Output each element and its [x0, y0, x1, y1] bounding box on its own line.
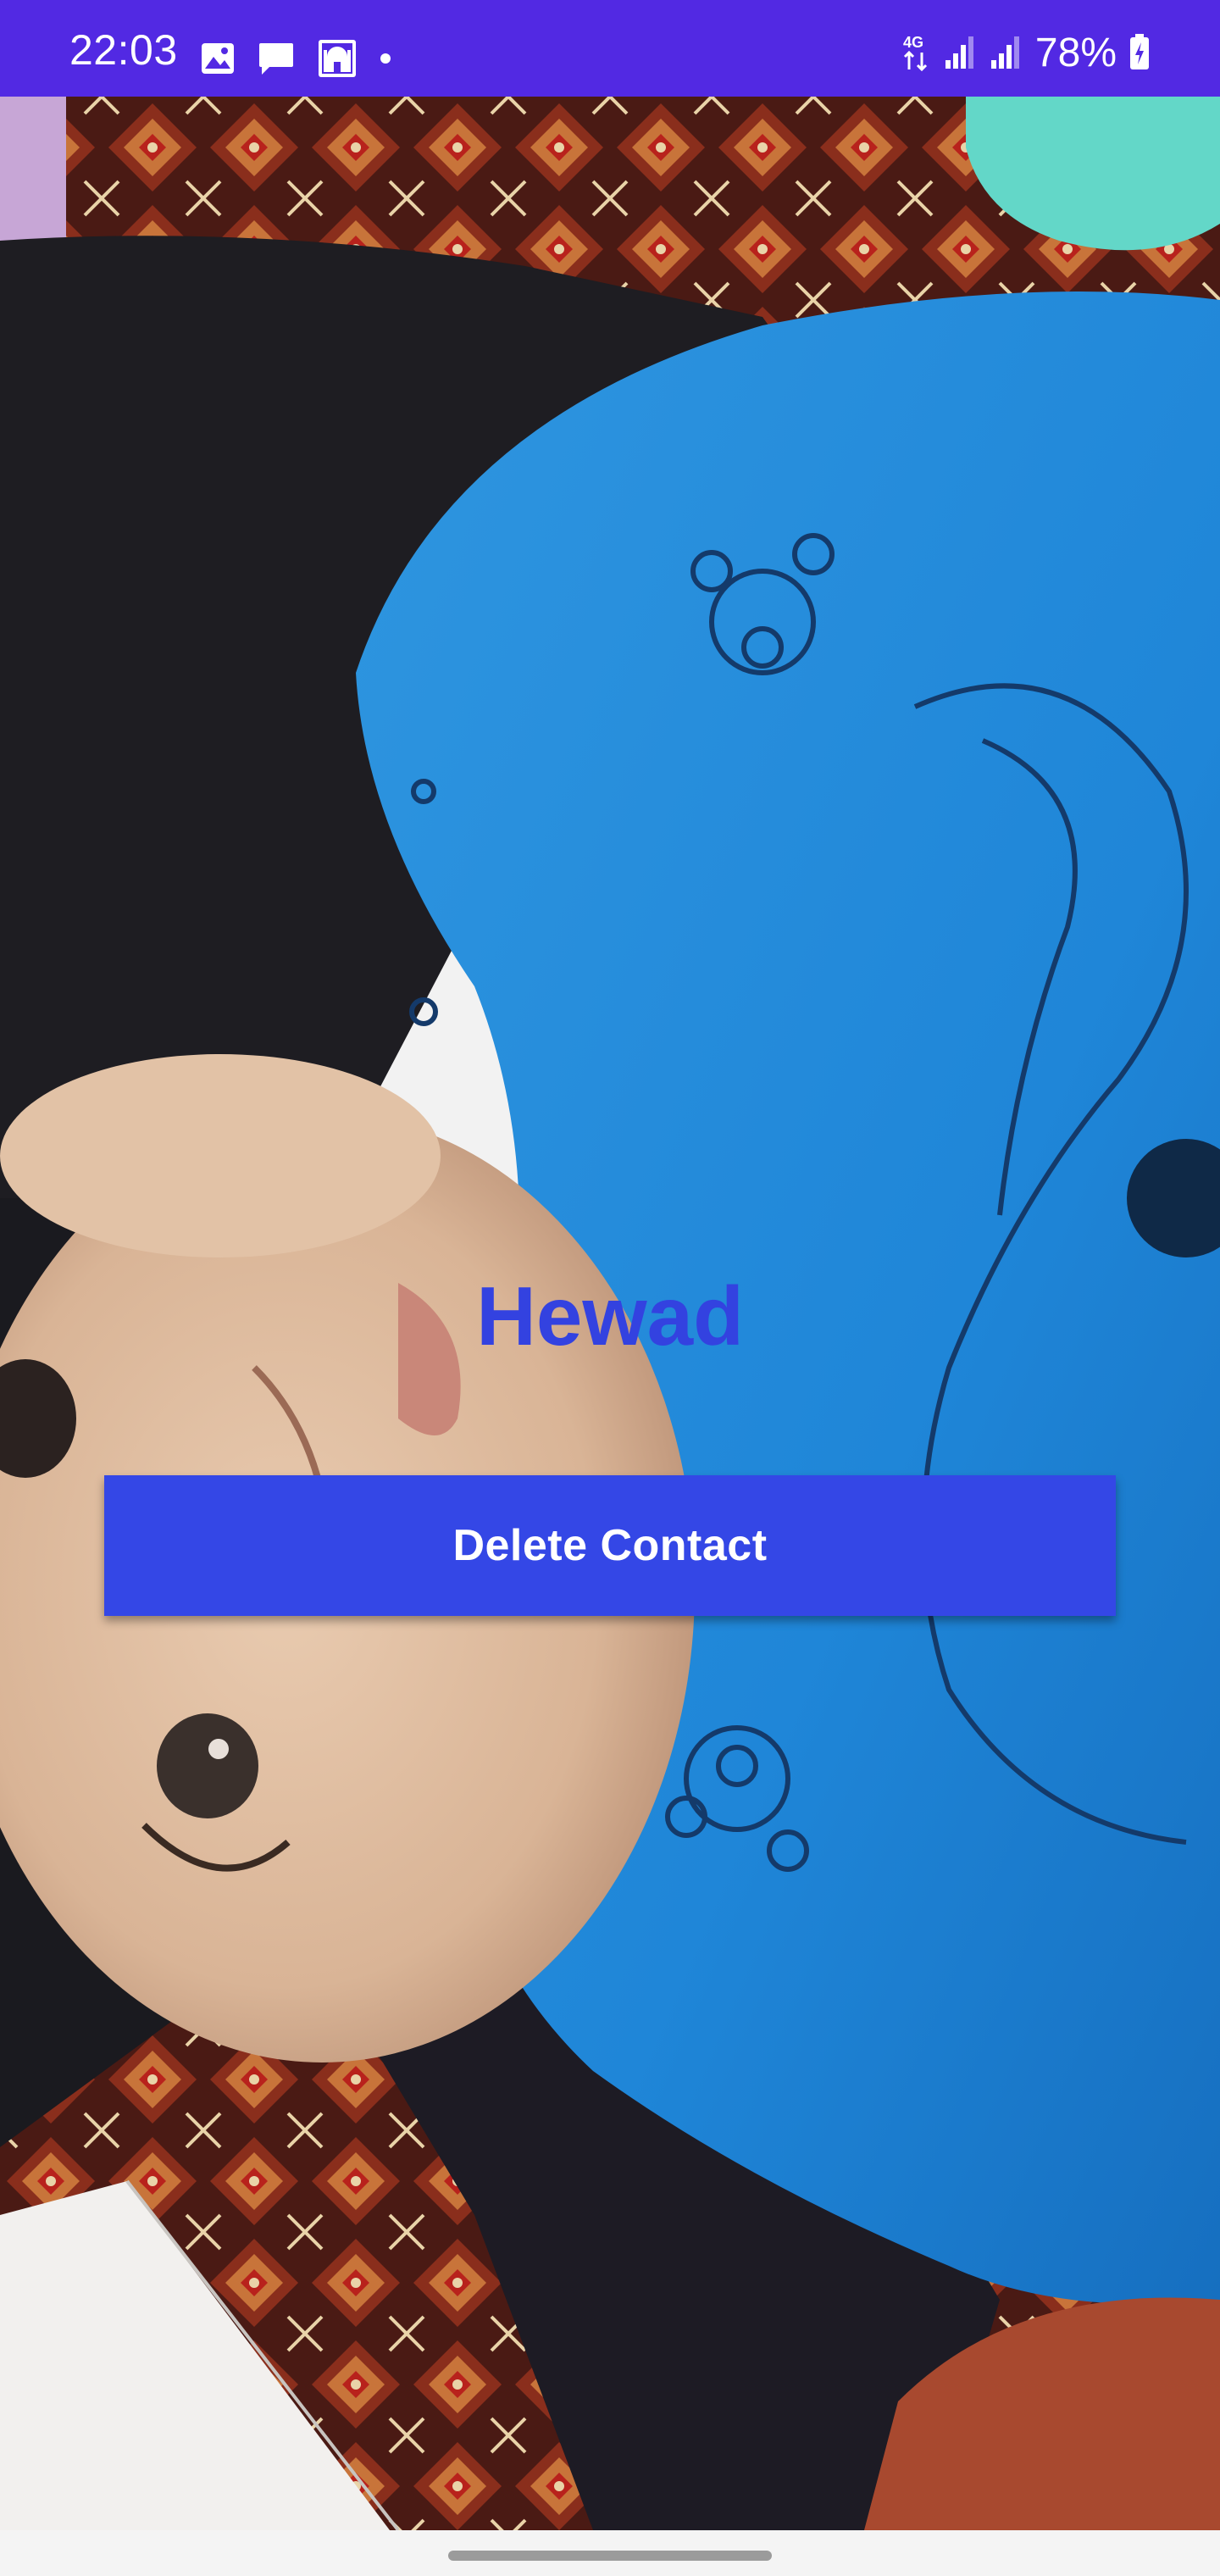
- signal-sim2-icon: [990, 33, 1023, 75]
- status-time: 22:03: [69, 26, 178, 74]
- svg-text:4G: 4G: [903, 34, 923, 51]
- delete-contact-button[interactable]: Delete Contact: [104, 1475, 1116, 1616]
- battery-charging-icon: [1128, 32, 1151, 75]
- status-bar: 22:03 4G 78%: [0, 0, 1220, 97]
- home-gesture-handle[interactable]: [448, 2551, 772, 2561]
- system-status-icons: 4G 78%: [901, 32, 1151, 75]
- notification-icons: [200, 39, 391, 81]
- gallery-icon: [200, 42, 236, 80]
- navigation-bar: [0, 2530, 1220, 2576]
- signal-sim1-icon: [944, 33, 978, 75]
- network-4g-icon: 4G: [901, 32, 932, 75]
- contact-name: Hewad: [476, 1269, 744, 1363]
- battery-percentage: 78%: [1034, 31, 1117, 75]
- message-icon: [258, 41, 295, 80]
- mosque-app-icon: [317, 38, 358, 83]
- notification-dot-icon: [380, 53, 391, 69]
